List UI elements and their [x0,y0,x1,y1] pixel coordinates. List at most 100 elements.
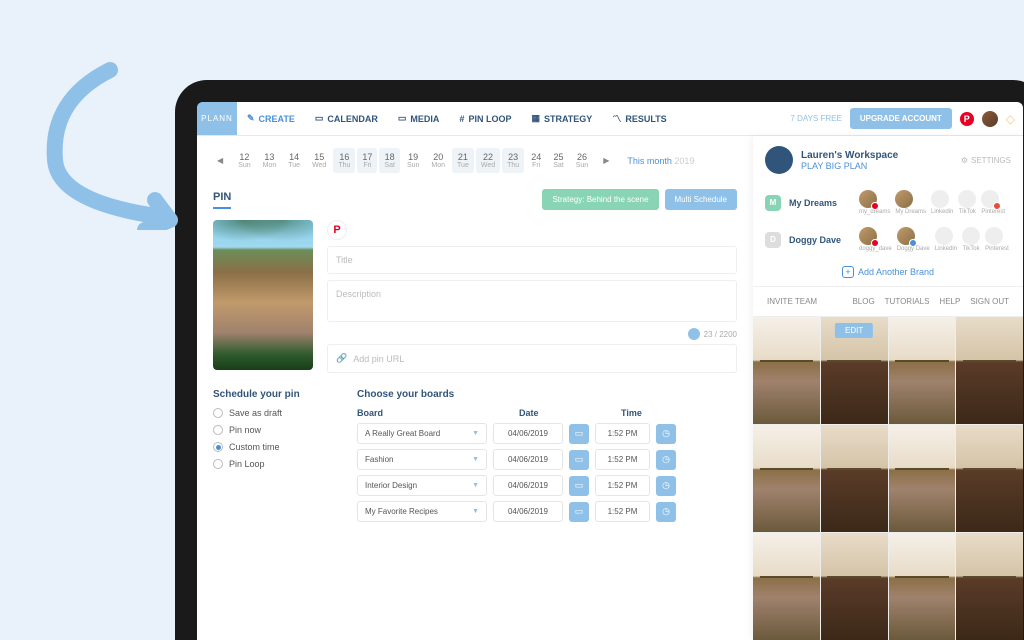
date-cell[interactable]: 16Thu [333,148,355,173]
social-icon[interactable] [859,227,877,245]
help-link[interactable]: HELP [939,297,960,306]
social-icon[interactable] [985,227,1003,245]
this-month-link[interactable]: This month 2019 [627,156,694,166]
bell-icon[interactable]: ◇ [1006,112,1015,126]
social-icon[interactable] [931,190,949,208]
date-cell[interactable]: 15Wed [307,148,331,173]
clock-icon[interactable]: ◷ [656,476,676,496]
date-input[interactable]: 04/06/2019 [493,423,563,444]
grid-item[interactable] [889,533,956,640]
date-prev[interactable]: ◀ [213,156,227,165]
grid-item[interactable] [753,533,820,640]
workspace-plan[interactable]: PLAY BIG PLAN [801,161,898,171]
url-input[interactable]: 🔗Add pin URL [327,344,737,373]
grid-item[interactable] [821,425,888,532]
time-input[interactable]: 1:52 PM [595,423,650,444]
date-cell[interactable]: 18Sat [379,148,400,173]
social-icon[interactable] [962,227,980,245]
pinterest-icon[interactable]: P [960,112,974,126]
calendar-icon[interactable]: ▭ [569,476,589,496]
blog-link[interactable]: BLOG [852,297,874,306]
add-brand-button[interactable]: +Add Another Brand [753,258,1023,286]
date-cell[interactable]: 21Tue [452,148,474,173]
social-icon[interactable] [981,190,999,208]
nav-calendar[interactable]: ▭CALENDAR [305,113,388,124]
grid-item[interactable] [956,533,1023,640]
brand-name[interactable]: My Dreams [789,198,851,208]
date-next[interactable]: ▶ [599,156,613,165]
plus-icon: + [842,266,854,278]
emoji-icon[interactable] [688,328,700,340]
date-cell[interactable]: 14Tue [283,148,305,173]
date-cell[interactable]: 23Thu [502,148,524,173]
date-cell[interactable]: 13Mon [258,148,282,173]
hash-icon: # [459,114,464,124]
calendar-icon[interactable]: ▭ [569,450,589,470]
clock-icon[interactable]: ◷ [656,502,676,522]
upgrade-button[interactable]: UPGRADE ACCOUNT [850,108,952,129]
brand-name[interactable]: Doggy Dave [789,235,851,245]
nav-pinloop[interactable]: #PIN LOOP [449,114,521,124]
date-cell[interactable]: 19Sun [402,148,424,173]
calendar-icon[interactable]: ▭ [569,502,589,522]
title-input[interactable]: Title [327,246,737,274]
social-icon[interactable] [895,190,913,208]
social-icon[interactable] [859,190,877,208]
description-input[interactable]: Description [327,280,737,322]
schedule-option[interactable]: Pin now [213,425,333,435]
board-select[interactable]: Fashion▼ [357,449,487,470]
date-cell[interactable]: 20Mon [426,148,450,173]
date-cell[interactable]: 17Fri [357,148,377,173]
multi-schedule-button[interactable]: Multi Schedule [665,189,737,210]
schedule-option[interactable]: Save as draft [213,408,333,418]
date-cell[interactable]: 24Fri [526,148,546,173]
grid-item[interactable] [889,425,956,532]
time-input[interactable]: 1:52 PM [595,501,650,522]
board-select[interactable]: Interior Design▼ [357,475,487,496]
grid-item[interactable] [753,317,820,424]
invite-team-link[interactable]: INVITE TEAM [767,297,817,306]
tutorials-link[interactable]: TUTORIALS [885,297,930,306]
date-cell[interactable]: 12Sun [233,148,255,173]
date-cell[interactable]: 22Wed [476,148,500,173]
clock-icon[interactable]: ◷ [656,450,676,470]
grid-item[interactable] [753,425,820,532]
grid-item[interactable] [956,425,1023,532]
date-cell[interactable]: 25Sat [548,148,569,173]
clock-icon[interactable]: ◷ [656,424,676,444]
chevron-down-icon: ▼ [472,508,479,515]
date-input[interactable]: 04/06/2019 [493,501,563,522]
date-input[interactable]: 04/06/2019 [493,449,563,470]
signout-link[interactable]: SIGN OUT [970,297,1009,306]
pin-image[interactable] [213,220,313,370]
time-input[interactable]: 1:52 PM [595,475,650,496]
schedule-option[interactable]: Custom time [213,442,333,452]
board-select[interactable]: A Really Great Board▼ [357,423,487,444]
nav-media[interactable]: ▭MEDIA [388,113,450,124]
schedule-option[interactable]: Pin Loop [213,459,333,469]
settings-link[interactable]: ⚙SETTINGS [961,156,1011,165]
date-cell[interactable]: 26Sun [571,148,593,173]
nav-strategy[interactable]: ▦STRATEGY [521,113,602,124]
media-grid [753,317,1023,640]
social-icon[interactable] [897,227,915,245]
grid-item[interactable] [821,317,888,424]
board-select[interactable]: My Favorite Recipes▼ [357,501,487,522]
chevron-down-icon: ▼ [472,430,479,437]
date-input[interactable]: 04/06/2019 [493,475,563,496]
workspace-avatar[interactable] [765,146,793,174]
nav-results[interactable]: 〽RESULTS [602,112,676,125]
time-input[interactable]: 1:52 PM [595,449,650,470]
nav-create[interactable]: ✎CREATE [237,113,305,124]
social-icon[interactable] [935,227,953,245]
calendar-icon[interactable]: ▭ [569,424,589,444]
user-avatar[interactable] [982,111,998,127]
grid-item[interactable] [956,317,1023,424]
calendar-icon: ▭ [315,113,324,124]
grid-item[interactable] [821,533,888,640]
social-icon[interactable] [958,190,976,208]
chevron-down-icon: ▼ [472,482,479,489]
chevron-down-icon: ▼ [472,456,479,463]
grid-item[interactable] [889,317,956,424]
strategy-button[interactable]: Strategy: Behind the scene [542,189,658,210]
